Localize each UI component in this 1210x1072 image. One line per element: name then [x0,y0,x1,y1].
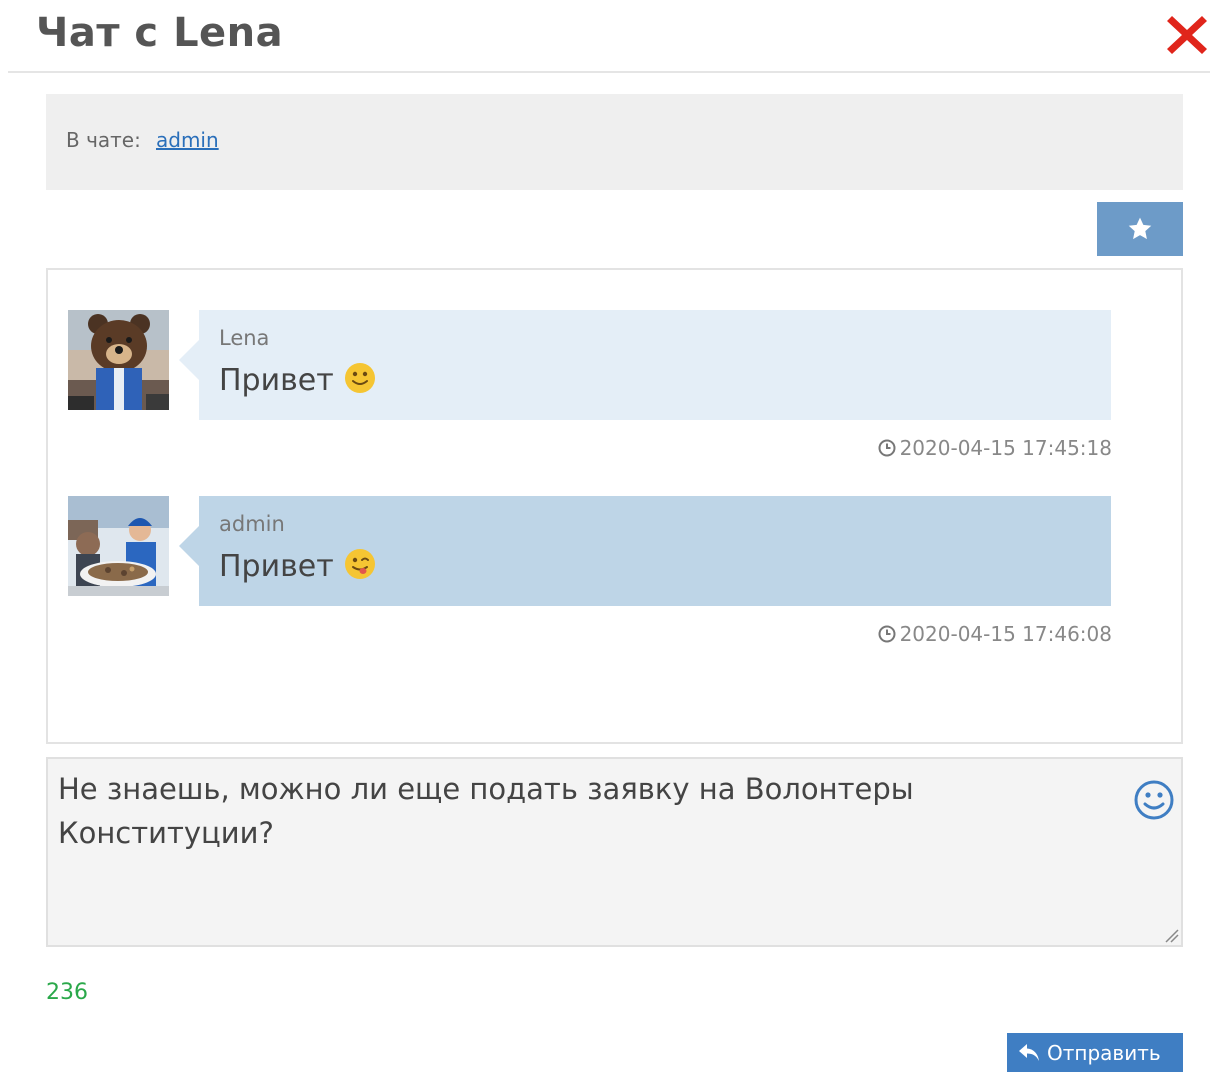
send-button[interactable]: Отправить [1007,1033,1183,1072]
avatar-lena[interactable] [68,310,169,410]
chat-title: Чат с Lena [36,10,284,56]
message-composer: Не знаешь, можно ли еще подать заявку на… [46,757,1183,947]
message-input[interactable]: Не знаешь, можно ли еще подать заявку на… [48,759,1118,945]
message-author: admin [219,512,285,536]
resize-handle-icon[interactable] [1163,927,1179,943]
avatar-image [68,496,169,596]
winking-tongue-emoji-icon [344,549,375,579]
reply-icon [1019,1044,1039,1061]
clock-icon [878,625,896,643]
message-list[interactable]: Lena Привет 2020-04-15 17:45:18 admin Пр… [46,268,1183,744]
timestamp-text: 2020-04-15 17:45:18 [899,436,1112,460]
message-author: Lena [219,326,270,350]
character-counter: 236 [46,980,88,1005]
message-bubble: Lena Привет [179,310,1111,420]
clock-icon [878,439,896,457]
participant-link-admin[interactable]: admin [156,128,219,152]
chat-header: Чат с Lena [8,0,1210,73]
message-text-content: Привет [219,363,334,398]
smiley-icon [1134,780,1174,820]
message-text: Привет [219,548,376,584]
avatar-admin[interactable] [68,496,169,596]
star-icon [1128,217,1152,240]
avatar-image [68,310,169,410]
emoji-picker-button[interactable] [1133,779,1175,821]
message-bubble: admin Привет [179,496,1111,606]
send-button-label: Отправить [1047,1041,1161,1065]
close-icon [1167,16,1207,54]
message-text-content: Привет [219,549,334,584]
timestamp-text: 2020-04-15 17:46:08 [899,622,1112,646]
favorite-button[interactable] [1097,202,1183,256]
message-text: Привет [219,362,376,398]
slightly-smiling-emoji-icon [344,363,375,393]
close-button[interactable] [1164,12,1210,58]
participants-label: В чате: [66,128,141,152]
participants-bar: В чате: admin [46,94,1183,190]
message-timestamp: 2020-04-15 17:46:08 [812,622,1112,646]
message-timestamp: 2020-04-15 17:45:18 [812,436,1112,460]
